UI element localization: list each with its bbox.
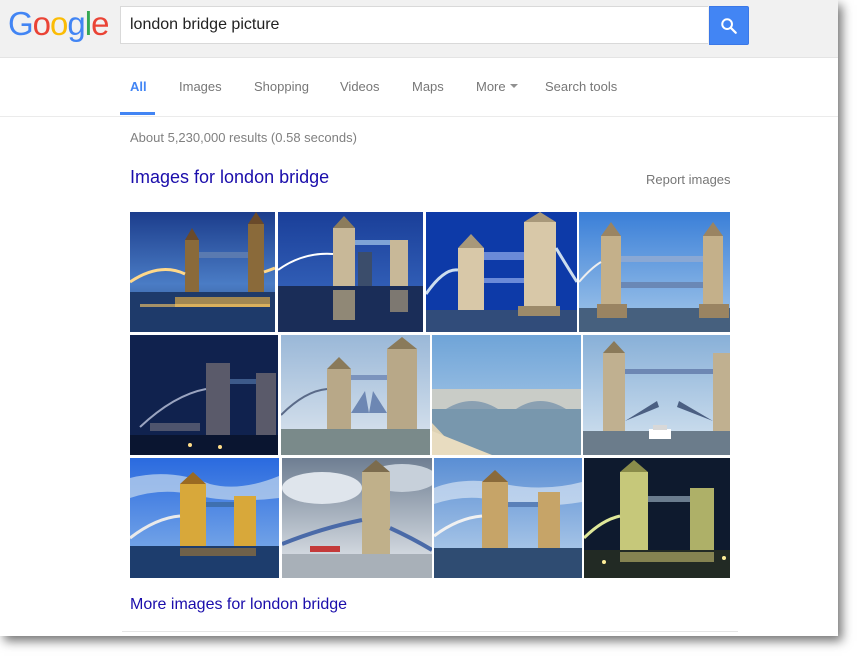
search-button[interactable]	[709, 6, 749, 45]
search-box	[120, 6, 708, 44]
tab-more-label: More	[476, 79, 506, 94]
search-input[interactable]	[130, 7, 700, 43]
image-thumbnail[interactable]	[130, 458, 279, 578]
image-thumbnail[interactable]	[426, 212, 577, 332]
image-thumbnail[interactable]	[281, 335, 430, 455]
chevron-down-icon	[509, 83, 518, 88]
result-stats: About 5,230,000 results (0.58 seconds)	[130, 130, 357, 145]
search-header: Google	[0, 0, 838, 58]
report-images-link[interactable]: Report images	[646, 172, 731, 187]
image-thumbnail[interactable]	[432, 335, 581, 455]
logo-letter: G	[8, 5, 34, 42]
tab-more[interactable]: More	[476, 79, 518, 94]
image-thumbnail[interactable]	[584, 458, 730, 578]
logo-letter: o	[32, 5, 51, 42]
logo-letter: o	[50, 5, 68, 42]
search-icon	[721, 17, 737, 34]
tab-all[interactable]: All	[130, 79, 147, 94]
active-tab-indicator	[120, 112, 155, 115]
google-logo[interactable]: Google	[8, 5, 109, 43]
tab-shopping[interactable]: Shopping	[254, 79, 309, 94]
tab-search-tools[interactable]: Search tools	[545, 79, 617, 94]
image-thumbnail[interactable]	[130, 212, 275, 332]
images-section-title[interactable]: Images for london bridge	[130, 167, 329, 188]
browser-window: Google All Images Shopping Videos Maps M…	[0, 0, 838, 636]
logo-letter: e	[91, 5, 109, 42]
image-thumbnail[interactable]	[434, 458, 582, 578]
image-thumbnail[interactable]	[282, 458, 432, 578]
tab-maps[interactable]: Maps	[412, 79, 444, 94]
image-thumbnail[interactable]	[579, 212, 730, 332]
image-thumbnail[interactable]	[278, 212, 423, 332]
image-thumbnail[interactable]	[583, 335, 730, 455]
divider	[122, 631, 738, 632]
tab-videos[interactable]: Videos	[340, 79, 380, 94]
tab-images[interactable]: Images	[179, 79, 222, 94]
image-thumbnail[interactable]	[130, 335, 278, 455]
logo-letter: g	[67, 5, 85, 42]
more-images-link[interactable]: More images for london bridge	[130, 596, 347, 614]
search-tabs: All Images Shopping Videos Maps More Sea…	[0, 58, 838, 117]
